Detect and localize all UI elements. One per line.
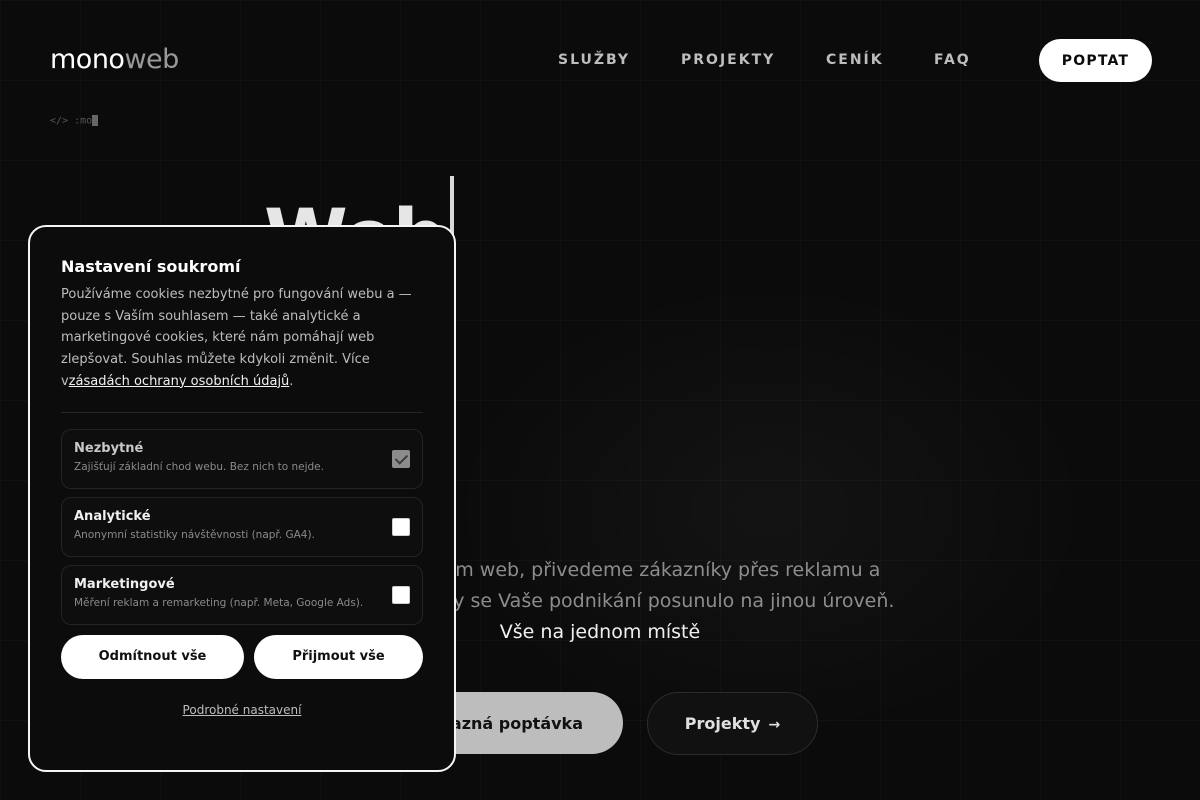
logo-mono: mono [50, 44, 125, 75]
cookie-option-title: Marketingové [74, 576, 175, 592]
nav-item-faq[interactable]: FAQ [934, 52, 971, 68]
background-glow [420, 260, 1120, 760]
divider [61, 411, 423, 413]
analytics-checkbox[interactable] [392, 517, 410, 536]
poptat-button[interactable]: POPTAT [1039, 39, 1152, 82]
nav-item-projekty[interactable]: PROJEKTY [681, 52, 775, 68]
arrow-right-icon: → [768, 717, 781, 733]
cookie-option-analytics[interactable]: Analytické Anonymní statistiky návštěvno… [61, 496, 423, 557]
logo-web: web [124, 44, 179, 75]
nav-item-cenik[interactable]: CENÍK [826, 52, 884, 68]
cookie-option-title: Nezbytné [74, 440, 144, 456]
privacy-policy-link[interactable]: zásadách ochrany osobních údajů [69, 374, 290, 389]
cookie-option-subtitle: Zajišťují základní chod webu. Bez nich t… [74, 460, 324, 473]
detailed-settings-link[interactable]: Podrobné nastavení [61, 703, 423, 717]
marketing-checkbox[interactable] [392, 585, 410, 604]
cookie-option-subtitle: Anonymní statistiky návštěvnosti (např. … [74, 528, 315, 541]
site-header: monoweb SLUŽBY PROJEKTY CENÍK FAQ POPTAT [0, 0, 1200, 120]
cookie-dialog-title: Nastavení soukromí [61, 257, 241, 276]
projects-button-label: Projekty [684, 714, 761, 733]
cookie-dialog-description: Používáme cookies nezbytné pro fungování… [61, 284, 423, 393]
terminal-text: </> :mo [50, 115, 93, 127]
logo[interactable]: monoweb [50, 44, 179, 75]
projects-button[interactable]: Projekty → [647, 692, 818, 755]
cookie-option-subtitle: Měření reklam a remarketing (např. Meta,… [74, 596, 364, 609]
cookie-desc-end: . [289, 373, 294, 389]
reject-all-button[interactable]: Odmítnout vše [61, 634, 244, 679]
cookie-consent-dialog: Nastavení soukromí Používáme cookies nez… [28, 225, 456, 772]
cookie-option-title: Analytické [74, 508, 151, 524]
terminal-cursor [92, 115, 99, 126]
nav-item-sluzby[interactable]: SLUŽBY [558, 52, 630, 68]
necessary-checkbox [392, 449, 410, 468]
cookie-option-marketing[interactable]: Marketingové Měření reklam a remarketing… [61, 564, 423, 625]
cookie-option-necessary: Nezbytné Zajišťují základní chod webu. B… [61, 428, 423, 489]
terminal-prompt: </> :mo [50, 115, 99, 127]
cookie-button-row: Odmítnout vše Přijmout vše [61, 634, 423, 679]
accept-all-button[interactable]: Přijmout vše [254, 634, 423, 679]
